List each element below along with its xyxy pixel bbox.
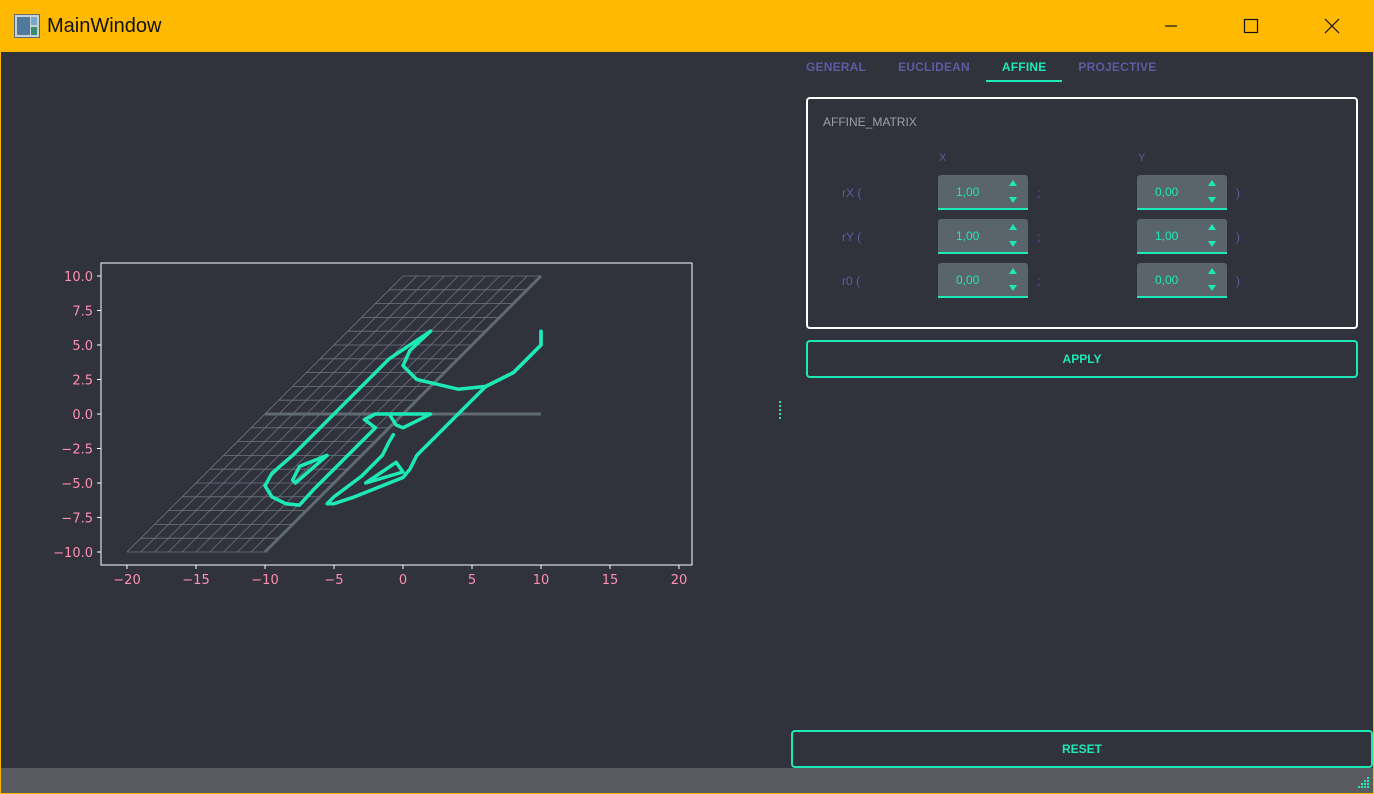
- minimize-button[interactable]: [1131, 0, 1211, 52]
- x-tick-label: 15: [602, 573, 619, 588]
- spinbox-value: 0,00: [1155, 273, 1179, 287]
- row-label-ry: rY (: [842, 230, 862, 244]
- close-paren: ): [1236, 186, 1240, 200]
- row-label-rx: rX (: [842, 186, 862, 200]
- close-icon: [1324, 18, 1340, 34]
- ry-y-spinbox[interactable]: 1,00: [1137, 219, 1227, 254]
- separator: ;: [1037, 230, 1041, 244]
- spinbox-value: 0,00: [1155, 185, 1179, 199]
- close-button[interactable]: [1292, 0, 1372, 52]
- row-label-r0: r0 (: [842, 274, 860, 288]
- y-tick-label: −5.0: [61, 477, 93, 492]
- title-bar: MainWindow: [0, 0, 1374, 52]
- spin-down-icon[interactable]: [1009, 285, 1017, 291]
- spin-up-icon[interactable]: [1009, 180, 1017, 186]
- tab-euclidean[interactable]: EUCLIDEAN: [898, 52, 970, 82]
- y-tick-label: −10.0: [53, 546, 93, 561]
- spinbox-value: 1,00: [956, 229, 980, 243]
- x-tick-label: −20: [113, 573, 140, 588]
- splitter-handle[interactable]: [779, 401, 782, 421]
- window-title: MainWindow: [47, 15, 162, 37]
- x-tick-label: −15: [182, 573, 209, 588]
- shape-series-1: [401, 329, 543, 391]
- x-tick-label: −10: [251, 573, 278, 588]
- spin-up-icon[interactable]: [1208, 180, 1216, 186]
- r0-x-spinbox[interactable]: 0,00: [938, 263, 1028, 298]
- rx-x-spinbox[interactable]: 1,00: [938, 175, 1028, 210]
- column-header-y: Y: [1138, 152, 1146, 164]
- spin-down-icon[interactable]: [1208, 241, 1216, 247]
- y-tick-label: 2.5: [72, 374, 93, 389]
- tab-projective[interactable]: PROJECTIVE: [1078, 52, 1156, 82]
- status-bar: [1, 768, 1373, 793]
- r0-y-spinbox[interactable]: 0,00: [1137, 263, 1227, 298]
- y-tick-label: −7.5: [61, 512, 93, 527]
- minimize-icon: [1165, 25, 1177, 27]
- y-tick-label: 0.0: [72, 408, 93, 423]
- tab-general[interactable]: GENERAL: [806, 52, 866, 82]
- tab-affine[interactable]: AFFINE: [985, 52, 1063, 82]
- reset-button[interactable]: RESET: [791, 730, 1373, 768]
- maximize-icon: [1243, 18, 1259, 34]
- spinbox-value: 0,00: [956, 273, 980, 287]
- y-tick-label: 10.0: [64, 270, 93, 285]
- separator: ;: [1037, 274, 1041, 288]
- y-tick-label: −2.5: [61, 443, 93, 458]
- spin-down-icon[interactable]: [1009, 197, 1017, 203]
- ry-x-spinbox[interactable]: 1,00: [938, 219, 1028, 254]
- spin-up-icon[interactable]: [1009, 268, 1017, 274]
- app-icon: [14, 14, 40, 38]
- spin-up-icon[interactable]: [1208, 268, 1216, 274]
- group-title: AFFINE_MATRIX: [823, 115, 917, 129]
- y-tick-label: 5.0: [72, 339, 93, 354]
- maximize-button[interactable]: [1211, 0, 1291, 52]
- shape-series-2: [325, 329, 543, 506]
- x-tick-label: 5: [468, 573, 476, 588]
- rx-y-spinbox[interactable]: 0,00: [1137, 175, 1227, 210]
- spinbox-value: 1,00: [1155, 229, 1179, 243]
- spin-down-icon[interactable]: [1009, 241, 1017, 247]
- x-tick-label: −5: [324, 573, 343, 588]
- separator: ;: [1037, 186, 1041, 200]
- affine-matrix-group: AFFINE_MATRIX X Y rX ( 1,00 ; 0,00 ) rY …: [806, 97, 1358, 329]
- spin-up-icon[interactable]: [1208, 224, 1216, 230]
- spin-down-icon[interactable]: [1208, 285, 1216, 291]
- resize-grip-icon[interactable]: [1356, 776, 1370, 790]
- apply-button[interactable]: APPLY: [806, 340, 1358, 378]
- plot-canvas: −20 −15 −10 −5 0 5 10 15 20 10.0 7.5 5.0 2.5 0.0 −2.5 −…: [53, 262, 693, 588]
- spinbox-value: 1,00: [956, 185, 980, 199]
- spin-up-icon[interactable]: [1009, 224, 1017, 230]
- x-tick-label: 20: [671, 573, 688, 588]
- x-tick-label: 0: [399, 573, 407, 588]
- tab-bar: GENERAL EUCLIDEAN AFFINE PROJECTIVE: [806, 52, 1188, 82]
- close-paren: ): [1236, 230, 1240, 244]
- x-tick-label: 10: [533, 573, 550, 588]
- spin-down-icon[interactable]: [1208, 197, 1216, 203]
- y-tick-label: 7.5: [72, 305, 93, 320]
- close-paren: ): [1236, 274, 1240, 288]
- column-header-x: X: [939, 152, 947, 164]
